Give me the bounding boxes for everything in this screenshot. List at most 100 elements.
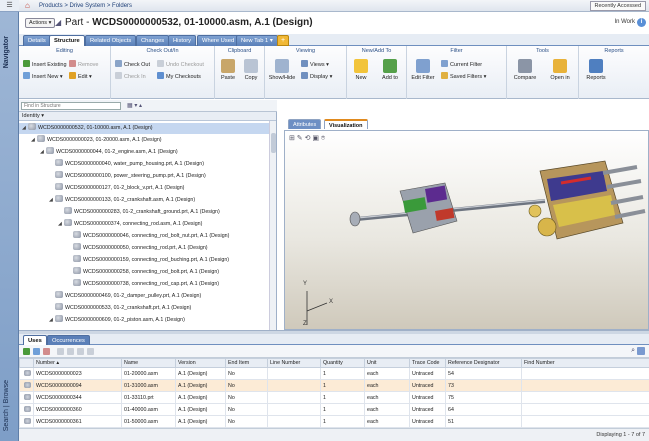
column-end-item[interactable]: End Item: [225, 358, 268, 368]
remove-row-icon[interactable]: [43, 348, 50, 355]
table-row[interactable]: WCDS0000000023 01-20000.asm A.1 (Design) No…: [19, 367, 649, 380]
add-to-button[interactable]: Add to: [377, 59, 403, 82]
search-browse-label[interactable]: Search | Browse: [3, 380, 10, 431]
actions-button[interactable]: Actions ▾: [25, 18, 56, 28]
table-row[interactable]: WCDS0000000344 01-33110.prt A.1 (Design) No…: [19, 391, 649, 404]
show-hide-button[interactable]: Show/Hide: [267, 59, 297, 82]
new-button[interactable]: New: [350, 59, 372, 82]
column-name[interactable]: Name: [121, 358, 176, 368]
search-icon[interactable]: ⌕: [631, 347, 635, 355]
views-button[interactable]: Views ▾: [301, 60, 329, 69]
tree-item[interactable]: WCDS0000000738, connecting_rod_cap.prt, …: [19, 279, 269, 290]
row-icon-cell[interactable]: [19, 379, 34, 392]
remove-button[interactable]: Remove: [69, 60, 98, 69]
navigator-toggle-icon[interactable]: ☰: [0, 0, 19, 12]
table-cell[interactable]: WCDS0000000344: [33, 391, 122, 404]
tab-changes[interactable]: Changes: [136, 35, 170, 46]
column-find-number[interactable]: Find Number: [521, 358, 649, 368]
insert-new-button[interactable]: Insert New ▾: [23, 72, 63, 81]
my-checkouts-button[interactable]: My Checkouts: [157, 72, 201, 81]
column-line-number[interactable]: Line Number: [267, 358, 321, 368]
undo-checkout-button[interactable]: Undo Checkout: [157, 60, 204, 69]
table-cell[interactable]: WCDS0000000361: [33, 415, 122, 428]
table-cell[interactable]: WCDS0000000094: [33, 379, 122, 392]
tree-item[interactable]: WCDS0000000050, connecting_rod.prt, A.1 …: [19, 243, 269, 254]
display-button[interactable]: Display ▾: [301, 72, 332, 81]
table-row[interactable]: WCDS0000000361 01-50000.asm A.1 (Design) No…: [19, 415, 649, 428]
tree-item[interactable]: ◢ WCDS0000000133, 01-2_crankshaft.asm, A.…: [19, 195, 269, 206]
tree-item[interactable]: ◢ WCDS0000000023, 01-20000.asm, A.1 (Desi…: [19, 135, 269, 146]
tab-visualization[interactable]: Visualization: [324, 119, 368, 129]
open-in-button[interactable]: Open in: [545, 59, 575, 82]
home-icon[interactable]: ⌂: [25, 2, 33, 10]
check-in-button[interactable]: Check In: [115, 72, 146, 81]
column-checkbox[interactable]: [19, 358, 34, 368]
navigator-label[interactable]: Navigator: [3, 36, 10, 68]
insert-icon[interactable]: [33, 348, 40, 355]
table-row[interactable]: WCDS0000000360 01-40000.asm A.1 (Design) No…: [19, 403, 649, 416]
paste-button[interactable]: Paste: [218, 59, 238, 82]
paste-row-icon[interactable]: [77, 348, 84, 355]
navigator-rail[interactable]: ☰ Navigator Search | Browse: [0, 0, 19, 441]
tree-item[interactable]: WCDS0000000283, 01-2_crankshaft_ground.p…: [19, 207, 269, 218]
view-options-icon[interactable]: [637, 347, 645, 355]
copy-button[interactable]: Copy: [241, 59, 261, 82]
tree-item[interactable]: WCDS0000000159, connecting_rod_buching.p…: [19, 255, 269, 266]
copy-row-icon[interactable]: [67, 348, 74, 355]
column-reference-designator[interactable]: Reference Designator: [445, 358, 522, 368]
tab-where-used[interactable]: Where Used: [197, 35, 240, 46]
tree-item[interactable]: ◢ WCDS0000000374, connecting_rod.asm, A.1…: [19, 219, 269, 230]
insert-existing-button[interactable]: Insert Existing: [23, 60, 67, 69]
table-row[interactable]: WCDS0000000094 01-31000.asm A.1 (Design) No…: [19, 379, 649, 392]
tab-structure[interactable]: Structure: [49, 35, 85, 46]
table-cell[interactable]: WCDS0000000360: [33, 403, 122, 416]
saved-filters-button[interactable]: Saved Filters ▾: [441, 72, 486, 81]
cut-row-icon[interactable]: [87, 348, 94, 355]
tab-attributes[interactable]: Attributes: [288, 119, 322, 129]
tab-related-objects[interactable]: Related Objects: [85, 35, 137, 46]
add-icon[interactable]: [23, 348, 30, 355]
tree-scroll-thumb[interactable]: [271, 133, 276, 153]
find-nav-icons[interactable]: ▦ ▾ ▴: [127, 102, 142, 109]
row-icon-cell[interactable]: [19, 415, 34, 428]
edit-row-icon[interactable]: [57, 348, 64, 355]
column-number[interactable]: Number ▴: [33, 358, 122, 368]
tab-details[interactable]: Details: [23, 35, 51, 46]
column-unit[interactable]: Unit: [364, 358, 410, 368]
edit-button[interactable]: Edit ▾: [69, 72, 92, 81]
tab-occurrences[interactable]: Occurrences: [47, 335, 90, 345]
tree-item[interactable]: WCDS0000000533, 01-2_crankshaft.prt, A.1…: [19, 303, 269, 314]
tree-scrollbar[interactable]: [269, 121, 276, 330]
tree-item[interactable]: WCDS0000000127, 01-2_block_v.prt, A.1 (D…: [19, 183, 269, 194]
tree-item[interactable]: WCDS0000000258, connecting_rod_bolt.prt,…: [19, 267, 269, 278]
breadcrumb[interactable]: Products > Drive System > Folders: [39, 2, 132, 10]
tree-item[interactable]: ◢ WCDS0000000532, 01-10000.asm, A.1 (Desi…: [19, 123, 269, 134]
tree-item[interactable]: WCDS0000000040, water_pump_housing.prt, …: [19, 159, 269, 170]
tree-item[interactable]: WCDS0000000046, connecting_rod_bolt_nut.…: [19, 231, 269, 242]
column-trace-code[interactable]: Trace Code: [409, 358, 446, 368]
recently-accessed-button[interactable]: Recently Accessed: [589, 1, 646, 11]
tree-item[interactable]: ◢ WCDS0000000044, 01-2_engine.asm, A.1 (D…: [19, 147, 269, 158]
tab-uses[interactable]: Uses: [23, 335, 47, 345]
row-icon-cell[interactable]: [19, 391, 34, 404]
add-tab-icon[interactable]: +: [277, 35, 289, 46]
row-icon-cell[interactable]: [19, 403, 34, 416]
reports-button[interactable]: Reports: [583, 59, 609, 82]
3d-viewer[interactable]: ⊞ ✎ ⟲ ▣ ⌾ Y X Z: [284, 130, 649, 330]
current-filter-button[interactable]: Current Filter: [441, 60, 482, 69]
edit-filter-button[interactable]: Edit Filter: [410, 59, 436, 82]
tab-history[interactable]: History: [168, 35, 197, 46]
compare-button[interactable]: Compare: [510, 59, 540, 82]
tab-new-tab-1[interactable]: New Tab 1 ▾: [236, 35, 278, 46]
find-in-structure-input[interactable]: [21, 102, 121, 110]
tree-column-header[interactable]: Identity ▾: [19, 112, 276, 121]
column-quantity[interactable]: Quantity: [320, 358, 365, 368]
tree-item[interactable]: WCDS0000000469, 01-2_damper_pulley.prt, …: [19, 291, 269, 302]
table-cell[interactable]: WCDS0000000023: [33, 367, 122, 380]
structure-tree[interactable]: Identity ▾ ◢ WCDS0000000532, 01-10000.asm…: [19, 112, 277, 330]
check-out-button[interactable]: Check Out: [115, 60, 150, 69]
row-icon-cell[interactable]: [19, 367, 34, 380]
info-icon[interactable]: i: [637, 18, 646, 27]
tree-item[interactable]: WCDS0000000100, power_steering_pump.prt,…: [19, 171, 269, 182]
column-version[interactable]: Version: [175, 358, 226, 368]
